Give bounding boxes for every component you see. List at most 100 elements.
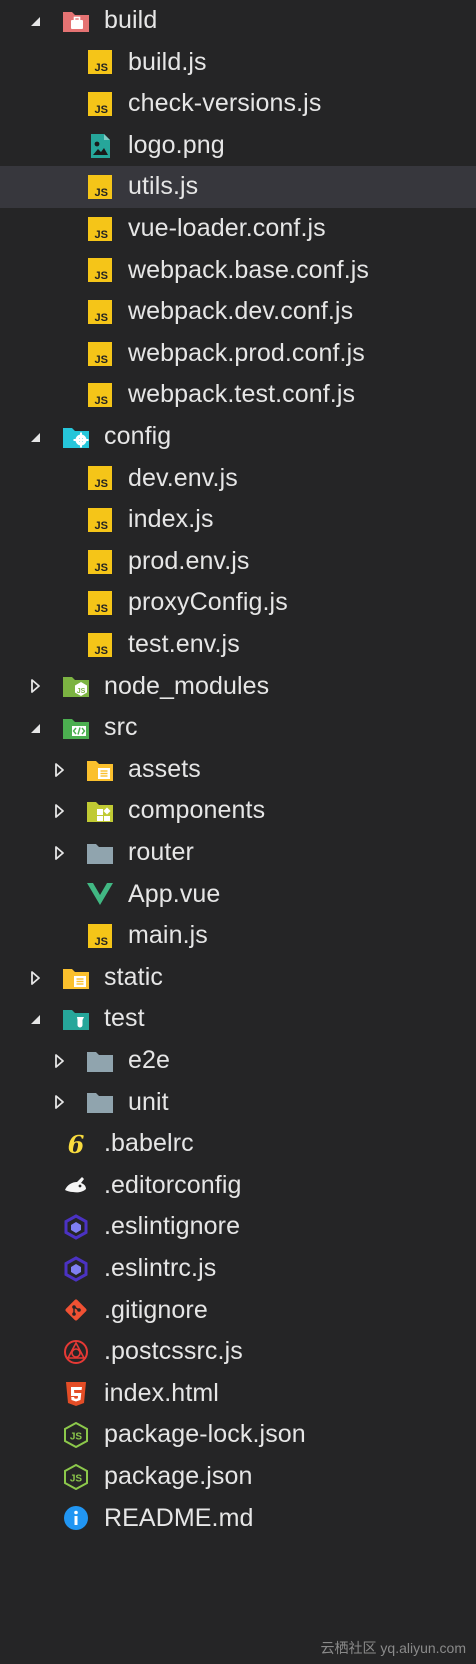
tree-item-label: .eslintignore [104, 1212, 241, 1241]
info-icon [62, 1504, 90, 1532]
svg-text:JS: JS [95, 187, 108, 199]
chevron-right-icon[interactable] [28, 970, 42, 985]
tree-item-webpack-prod-conf-js[interactable]: JS webpack.prod.conf.js [0, 333, 476, 375]
folder-config-icon [62, 423, 90, 451]
tree-item-unit[interactable]: unit [0, 1082, 476, 1124]
tree-item-label: e2e [128, 1046, 171, 1074]
tree-item-label: README.md [104, 1503, 254, 1532]
svg-text:JS: JS [95, 562, 108, 574]
js-icon: JS [86, 48, 114, 76]
svg-text:JS: JS [70, 1473, 83, 1484]
tree-item-check-versions-js[interactable]: JS check-versions.js [0, 83, 476, 125]
tree-item-static[interactable]: static [0, 957, 476, 999]
chevron-right-icon[interactable] [52, 762, 66, 777]
svg-text:JS: JS [95, 603, 108, 615]
tree-item-readme-md[interactable]: README.md [0, 1498, 476, 1540]
tree-item-build-js[interactable]: JS build.js [0, 42, 476, 84]
chevron-right-icon[interactable] [52, 1053, 66, 1068]
tree-item-router[interactable]: router [0, 832, 476, 874]
tree-item-test[interactable]: test [0, 998, 476, 1040]
folder-assets-icon [86, 756, 114, 784]
tree-item-prod-env-js[interactable]: JS prod.env.js [0, 541, 476, 583]
tree-item-label: main.js [128, 921, 208, 950]
tree-item-label: package.json [104, 1462, 253, 1490]
eslint-icon [62, 1213, 90, 1241]
tree-item-label: .gitignore [104, 1295, 208, 1324]
tree-item-config[interactable]: config [0, 416, 476, 458]
html5-icon [62, 1380, 90, 1408]
tree-item-eslintignore[interactable]: .eslintignore [0, 1206, 476, 1248]
js-icon: JS [86, 464, 114, 492]
chevron-down-icon[interactable] [28, 1012, 42, 1026]
svg-text:JS: JS [95, 270, 108, 282]
tree-item-label: utils.js [128, 172, 199, 201]
tree-item-label: .editorconfig [104, 1170, 242, 1199]
nodejs-icon: JS [62, 1421, 90, 1449]
tree-item-logo-png[interactable]: logo.png [0, 125, 476, 167]
chevron-down-icon[interactable] [28, 430, 42, 444]
editorconfig-icon [62, 1172, 90, 1200]
chevron-right-icon[interactable] [52, 1095, 66, 1110]
vue-icon [86, 880, 114, 908]
tree-item-index-html[interactable]: index.html [0, 1373, 476, 1415]
tree-item-package-json[interactable]: JS package.json [0, 1456, 476, 1498]
tree-item-vue-loader-conf-js[interactable]: JS vue-loader.conf.js [0, 208, 476, 250]
tree-item-src[interactable]: src [0, 707, 476, 749]
tree-item-build[interactable]: build [0, 0, 476, 42]
svg-text:JS: JS [95, 478, 108, 490]
tree-item-dev-env-js[interactable]: JS dev.env.js [0, 458, 476, 500]
image-icon [86, 132, 114, 160]
tree-item-utils-js[interactable]: JS utils.js [0, 166, 476, 208]
folder-components-icon [86, 797, 114, 825]
tree-item-label: config [104, 422, 172, 450]
svg-text:JS: JS [95, 645, 108, 657]
tree-item-webpack-test-conf-js[interactable]: JS webpack.test.conf.js [0, 374, 476, 416]
watermark: 云栖社区 yq.aliyun.com [320, 1640, 466, 1656]
tree-item-proxyconfig-js[interactable]: JS proxyConfig.js [0, 582, 476, 624]
js-icon: JS [86, 340, 114, 368]
tree-item-gitignore[interactable]: .gitignore [0, 1290, 476, 1332]
tree-item-e2e[interactable]: e2e [0, 1040, 476, 1082]
js-icon: JS [86, 381, 114, 409]
tree-item-main-js[interactable]: JS main.js [0, 915, 476, 957]
tree-item-label: test.env.js [128, 630, 240, 658]
tree-item-webpack-dev-conf-js[interactable]: JS webpack.dev.conf.js [0, 291, 476, 333]
tree-item-test-env-js[interactable]: JS test.env.js [0, 624, 476, 666]
chevron-right-icon[interactable] [52, 804, 66, 819]
js-icon: JS [86, 548, 114, 576]
chevron-right-icon[interactable] [28, 679, 42, 694]
tree-item-index-js[interactable]: JS index.js [0, 499, 476, 541]
js-icon: JS [86, 589, 114, 617]
tree-item-label: vue-loader.conf.js [128, 214, 326, 242]
svg-text:JS: JS [95, 62, 108, 74]
tree-item-editorconfig[interactable]: .editorconfig [0, 1165, 476, 1207]
tree-item-label: .eslintrc.js [104, 1254, 217, 1282]
svg-text:JS: JS [95, 936, 108, 948]
tree-item-postcssrc-js[interactable]: .postcssrc.js [0, 1331, 476, 1373]
svg-text:JS: JS [95, 395, 108, 407]
tree-item-label: proxyConfig.js [128, 588, 288, 617]
svg-text:JS: JS [95, 104, 108, 116]
tree-item-components[interactable]: components [0, 790, 476, 832]
folder-icon [86, 839, 114, 867]
tree-item-label: index.js [128, 505, 214, 534]
tree-item-assets[interactable]: assets [0, 749, 476, 791]
babel-icon: 6 [62, 1130, 90, 1158]
tree-item-app-vue[interactable]: App.vue [0, 874, 476, 916]
tree-item-label: unit [128, 1087, 169, 1116]
eslint-icon [62, 1255, 90, 1283]
chevron-down-icon[interactable] [28, 14, 42, 28]
tree-item-webpack-base-conf-js[interactable]: JS webpack.base.conf.js [0, 250, 476, 292]
chevron-right-icon[interactable] [52, 845, 66, 860]
svg-text:JS: JS [95, 229, 108, 241]
tree-item-node-modules[interactable]: JS node_modules [0, 666, 476, 708]
svg-text:6: 6 [68, 1131, 85, 1157]
svg-text:JS: JS [70, 1432, 83, 1443]
tree-item-package-lock-json[interactable]: JS package-lock.json [0, 1414, 476, 1456]
tree-item-eslintrc-js[interactable]: .eslintrc.js [0, 1248, 476, 1290]
tree-item-label: router [128, 838, 194, 866]
tree-item-babelrc[interactable]: 6 .babelrc [0, 1123, 476, 1165]
svg-text:JS: JS [95, 312, 108, 324]
tree-item-label: package-lock.json [104, 1420, 306, 1449]
chevron-down-icon[interactable] [28, 721, 42, 735]
